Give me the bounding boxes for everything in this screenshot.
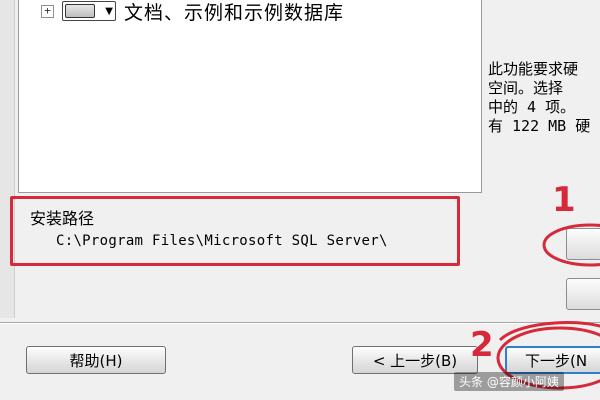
next-button[interactable]: 下一步(N bbox=[505, 346, 600, 374]
description-line: 空间。选择 bbox=[488, 79, 564, 97]
install-option-dropdown[interactable]: ▼ bbox=[62, 1, 116, 21]
annotation-number-2: 2 bbox=[470, 325, 494, 365]
install-path-title: 安装路径 bbox=[30, 209, 95, 228]
tree-item-label: 文档、示例和示例数据库 bbox=[124, 1, 345, 24]
expand-icon[interactable]: + bbox=[41, 4, 54, 18]
separator bbox=[0, 322, 600, 324]
help-button[interactable]: 帮助(H) bbox=[26, 346, 166, 374]
dialog-left-edge bbox=[0, 0, 15, 318]
drive-icon bbox=[65, 4, 95, 18]
install-path-value: C:\Program Files\Microsoft SQL Server\ bbox=[56, 233, 388, 249]
watermark: 头条 @容颜小阿姨 bbox=[454, 372, 564, 391]
disk-cost-button[interactable] bbox=[566, 278, 600, 310]
annotation-number-1: 1 bbox=[552, 180, 576, 220]
browse-button[interactable] bbox=[566, 228, 600, 260]
chevron-down-icon: ▼ bbox=[105, 5, 113, 17]
description-line: 有 122 MB 硬 bbox=[488, 117, 591, 135]
feature-description: 此功能要求硬 空间。选择 中的 4 项。有 122 MB 硬 bbox=[488, 60, 600, 136]
description-line: 此功能要求硬 bbox=[488, 60, 579, 78]
annotation-circle-2-stroke bbox=[498, 321, 600, 342]
description-line: 中的 4 项。 bbox=[488, 98, 576, 116]
feature-tree[interactable]: + ▼ 文档、示例和示例数据库 bbox=[18, 0, 482, 193]
back-button[interactable]: < 上一步(B) bbox=[352, 346, 478, 374]
tree-item-docs-samples[interactable]: + ▼ 文档、示例和示例数据库 bbox=[41, 0, 345, 24]
